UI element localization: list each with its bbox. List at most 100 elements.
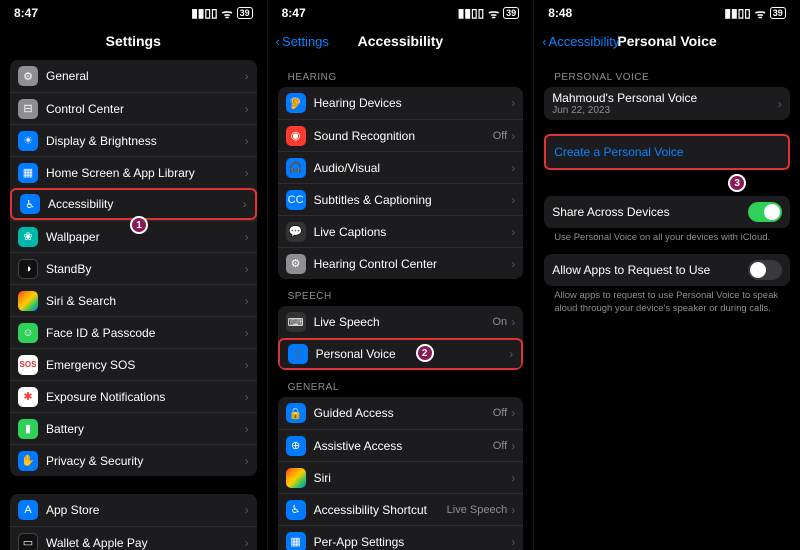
- row-hearing-devices[interactable]: 🦻Hearing Devices›: [278, 87, 524, 119]
- row-home-screen-app-library[interactable]: ▦Home Screen & App Library›: [10, 156, 257, 188]
- chevron-right-icon: ›: [245, 69, 249, 83]
- personal-voice-panel: 8:48 ▮▮▯▯ ᯤ 39 ‹ Accessibility Personal …: [533, 0, 800, 550]
- privacy-icon: ✋: [18, 451, 38, 471]
- row-accessibility-shortcut[interactable]: ♿︎Accessibility ShortcutLive Speech›: [278, 493, 524, 525]
- back-button[interactable]: ‹ Settings: [276, 34, 329, 49]
- row-battery[interactable]: ▮Battery›: [10, 412, 257, 444]
- back-label: Accessibility: [549, 34, 620, 49]
- wallet-icon: ▭: [18, 533, 38, 550]
- personal-voice-icon: 👤: [288, 344, 308, 364]
- settings-group: ⌨︎Live SpeechOn›👤Personal Voice›: [278, 306, 524, 370]
- row-control-center[interactable]: ⊟Control Center›: [10, 92, 257, 124]
- battery-icon: ▮: [18, 419, 38, 439]
- chevron-left-icon: ‹: [542, 34, 546, 49]
- allow-apps-row[interactable]: Allow Apps to Request to Use: [544, 254, 790, 286]
- row-wallet-apple-pay[interactable]: ▭Wallet & Apple Pay›: [10, 526, 257, 550]
- battery-icon: 39: [770, 7, 786, 19]
- chevron-right-icon: ›: [511, 471, 515, 485]
- chevron-right-icon: ›: [511, 315, 515, 329]
- row-app-store[interactable]: AApp Store›: [10, 494, 257, 526]
- settings-group: ⚙︎General›⊟Control Center›☀︎Display & Br…: [10, 60, 257, 476]
- row-label: Sound Recognition: [314, 129, 493, 143]
- back-button[interactable]: ‹ Accessibility: [542, 34, 619, 49]
- subtitles-icon: CC: [286, 190, 306, 210]
- wifi-icon: ᯤ: [755, 5, 766, 22]
- row-label: Subtitles & Captioning: [314, 193, 512, 207]
- siri-icon: [18, 291, 38, 311]
- chevron-right-icon: ›: [778, 97, 782, 111]
- create-personal-voice-button[interactable]: Create a Personal Voice: [546, 136, 788, 168]
- display-icon: ☀︎: [18, 131, 38, 151]
- row-face-id-passcode[interactable]: ☺︎Face ID & Passcode›: [10, 316, 257, 348]
- wifi-icon: ᯤ: [488, 5, 499, 22]
- row-label: Accessibility: [48, 197, 243, 211]
- row-live-speech[interactable]: ⌨︎Live SpeechOn›: [278, 306, 524, 338]
- row-value: Off: [493, 130, 507, 142]
- accessibility-shortcut-icon: ♿︎: [286, 500, 306, 520]
- row-label: Live Speech: [314, 315, 493, 329]
- sound-recognition-icon: ◉: [286, 126, 306, 146]
- row-hearing-control-center[interactable]: ⚙︎ Hearing Control Center›: [278, 247, 524, 279]
- row-general[interactable]: ⚙︎General›: [10, 60, 257, 92]
- row-label: Wallet & Apple Pay: [46, 536, 245, 550]
- settings-group: 🔒Guided AccessOff›⊕Assistive AccessOff›S…: [278, 397, 524, 550]
- row-sound-recognition[interactable]: ◉Sound RecognitionOff›: [278, 119, 524, 151]
- row-audio-visual[interactable]: 🎧Audio/Visual›: [278, 151, 524, 183]
- row-label: Siri & Search: [46, 294, 245, 308]
- row-label: Wallpaper: [46, 230, 245, 244]
- status-icons: ▮▮▯▯ ᯤ 39: [458, 5, 519, 22]
- status-icons: ▮▮▯▯ ᯤ 39: [191, 5, 252, 22]
- row-emergency-sos[interactable]: SOSEmergency SOS›: [10, 348, 257, 380]
- row-per-app-settings[interactable]: ▦Per-App Settings›: [278, 525, 524, 550]
- home-screen-icon: ▦: [18, 163, 38, 183]
- row-guided-access[interactable]: 🔒Guided AccessOff›: [278, 397, 524, 429]
- status-bar: 8:47 ▮▮▯▯ ᯤ 39: [0, 0, 267, 26]
- row-siri[interactable]: Siri›: [278, 461, 524, 493]
- per-app-icon: ▦: [286, 532, 306, 550]
- voice-entry-row[interactable]: Mahmoud's Personal Voice Jun 22, 2023 ›: [544, 87, 790, 120]
- row-personal-voice[interactable]: 👤Personal Voice›: [278, 338, 524, 370]
- status-bar: 8:48 ▮▮▯▯ ᯤ 39: [534, 0, 800, 26]
- row-siri-search[interactable]: Siri & Search›: [10, 284, 257, 316]
- hearing-devices-icon: 🦻: [286, 93, 306, 113]
- row-label: Home Screen & App Library: [46, 166, 245, 180]
- share-toggle[interactable]: [748, 202, 782, 222]
- accessibility-list[interactable]: HEARING🦻Hearing Devices›◉Sound Recogniti…: [268, 56, 534, 550]
- voice-name: Mahmoud's Personal Voice: [552, 91, 778, 105]
- chevron-right-icon: ›: [511, 257, 515, 271]
- siri-icon: [286, 468, 306, 488]
- personal-voice-content[interactable]: PERSONAL VOICE Mahmoud's Personal Voice …: [534, 56, 800, 550]
- hearing-control-icon: ⚙︎: [286, 254, 306, 274]
- share-across-devices-row[interactable]: Share Across Devices: [544, 196, 790, 228]
- chevron-right-icon: ›: [245, 454, 249, 468]
- voice-date: Jun 22, 2023: [552, 105, 778, 116]
- chevron-left-icon: ‹: [276, 34, 280, 49]
- step-badge-2: 2: [416, 344, 434, 362]
- settings-list[interactable]: ⚙︎General›⊟Control Center›☀︎Display & Br…: [0, 56, 267, 550]
- row-label: StandBy: [46, 262, 245, 276]
- allow-toggle[interactable]: [748, 260, 782, 280]
- row-subtitles-captioning[interactable]: CCSubtitles & Captioning›: [278, 183, 524, 215]
- control-center-icon: ⊟: [18, 99, 38, 119]
- chevron-right-icon: ›: [245, 262, 249, 276]
- chevron-right-icon: ›: [245, 294, 249, 308]
- navbar: Settings: [0, 26, 267, 56]
- row-assistive-access[interactable]: ⊕Assistive AccessOff›: [278, 429, 524, 461]
- row-label: Hearing Control Center: [314, 257, 512, 271]
- signal-icon: ▮▮▯▯: [458, 6, 484, 20]
- faceid-icon: ☺︎: [18, 323, 38, 343]
- chevron-right-icon: ›: [245, 230, 249, 244]
- row-exposure-notifications[interactable]: ✱Exposure Notifications›: [10, 380, 257, 412]
- guided-access-icon: 🔒: [286, 403, 306, 423]
- row-label: Accessibility Shortcut: [314, 503, 447, 517]
- settings-panel: 8:47 ▮▮▯▯ ᯤ 39 Settings ⚙︎General›⊟Contr…: [0, 0, 267, 550]
- status-bar: 8:47 ▮▮▯▯ ᯤ 39: [268, 0, 534, 26]
- row-standby[interactable]: ◑StandBy›: [10, 252, 257, 284]
- row-accessibility[interactable]: ♿︎Accessibility›: [10, 188, 257, 220]
- row-privacy-security[interactable]: ✋Privacy & Security›: [10, 444, 257, 476]
- gear-icon: ⚙︎: [18, 66, 38, 86]
- row-display-brightness[interactable]: ☀︎Display & Brightness›: [10, 124, 257, 156]
- row-live-captions[interactable]: 💬Live Captions›: [278, 215, 524, 247]
- settings-group: AApp Store›▭Wallet & Apple Pay›: [10, 494, 257, 550]
- row-label: Per-App Settings: [314, 535, 512, 549]
